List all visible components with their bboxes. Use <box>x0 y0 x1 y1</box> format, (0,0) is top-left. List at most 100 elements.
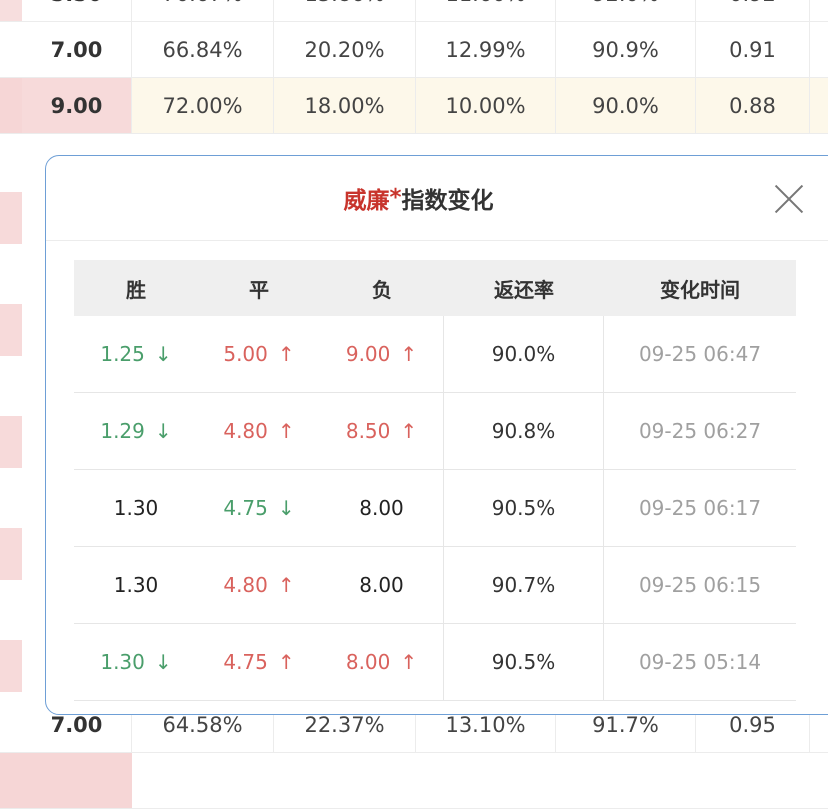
close-icon[interactable] <box>771 181 807 217</box>
table-cell <box>810 22 828 77</box>
table-cell: 72.00% <box>132 78 274 133</box>
cell-lose-value: 8.50 <box>345 419 391 443</box>
arrow-down-icon: ↓ <box>154 650 172 674</box>
cell-draw-value: 4.75 <box>223 496 268 520</box>
cell-win: 1.25 ↓ <box>74 316 198 392</box>
table-cell: 18.00% <box>274 78 416 133</box>
table-row[interactable]: 1.25 ↓ 5.00 ↑ 9.00 ↑ 90.0% 09-25 06:47 <box>74 316 796 393</box>
table-row-highlighted[interactable]: 9.00 72.00% 18.00% 10.00% 90.0% 0.88 <box>0 78 828 134</box>
row-strip <box>0 528 22 580</box>
table-row[interactable] <box>0 753 828 809</box>
table-cell <box>810 78 828 133</box>
row-strip <box>0 0 22 21</box>
table-cell: 12.99% <box>416 22 556 77</box>
row-strip <box>0 22 22 77</box>
table-row[interactable]: 1.29 ↓ 4.80 ↑ 8.50 ↑ 90.8% 09-25 06:27 <box>74 393 796 470</box>
cell-return-rate-value: 90.8% <box>491 419 556 443</box>
cell-win: 1.30 <box>74 547 198 623</box>
table-cell: 20.20% <box>274 22 416 77</box>
cell-lose: 9.00 ↑ <box>320 316 444 392</box>
odds-change-modal: 威廉 * 指数变化 胜 平 负 返还率 变化时间 1.25 ↓ 5.00 ↑ 9.00 ↑… <box>45 155 828 715</box>
cell-return-rate: 90.5% <box>444 624 604 700</box>
cell-return-rate-value: 90.0% <box>491 342 556 366</box>
table-cell: 11.60% <box>416 0 556 21</box>
cell-change-time: 09-25 06:15 <box>604 547 796 623</box>
cell-return-rate-value: 90.5% <box>491 496 556 520</box>
table-row[interactable]: 1.30 4.75 ↓ 8.00 90.5% 09-25 06:17 <box>74 470 796 547</box>
table-row[interactable]: 1.30 4.80 ↑ 8.00 90.7% 09-25 06:15 <box>74 547 796 624</box>
cell-change-time-value: 09-25 06:15 <box>638 573 762 597</box>
table-row[interactable]: 1.30 ↓ 4.75 ↑ 8.00 ↑ 90.5% 09-25 05:14 <box>74 624 796 701</box>
row-strip <box>0 753 132 808</box>
cell-lose: 8.00 <box>320 547 444 623</box>
row-strip <box>0 416 22 468</box>
arrow-up-icon: ↑ <box>400 650 418 674</box>
cell-lose-value: 8.00 <box>359 573 404 597</box>
title-rest: 指数变化 <box>401 188 494 214</box>
row-strip <box>0 304 22 356</box>
table-cell: 10.00% <box>416 78 556 133</box>
row-strip <box>0 192 22 244</box>
cell-change-time: 09-25 05:14 <box>604 624 796 700</box>
table-cell: 90.9% <box>556 22 696 77</box>
cell-draw: 4.75 ↓ <box>198 470 320 546</box>
cell-win: 1.29 ↓ <box>74 393 198 469</box>
cell-draw: 5.00 ↑ <box>198 316 320 392</box>
table-cell: 0.92 <box>696 0 810 21</box>
cell-return-rate-value: 90.7% <box>491 573 556 597</box>
table-cell: 92.0% <box>556 0 696 21</box>
table-cell <box>810 0 828 21</box>
arrow-up-icon: ↑ <box>400 342 418 366</box>
cell-lose: 8.00 <box>320 470 444 546</box>
cell-win-value: 1.30 <box>113 496 159 520</box>
table-cell: 5.50 <box>22 0 132 21</box>
title-brand: 威廉 <box>343 188 390 214</box>
header-return-rate: 返还率 <box>494 277 554 302</box>
table-header: 胜 平 负 返还率 变化时间 <box>74 260 796 316</box>
table-cell: 0.88 <box>696 78 810 133</box>
table-cell: 70.67% <box>132 0 274 21</box>
cell-win-value: 1.29 <box>100 419 145 443</box>
cell-win-value: 1.25 <box>100 342 145 366</box>
cell-return-rate-value: 90.5% <box>491 650 556 674</box>
cell-return-rate: 90.8% <box>444 393 604 469</box>
table-row[interactable]: 7.00 66.84% 20.20% 12.99% 90.9% 0.91 <box>0 22 828 78</box>
cell-change-time: 09-25 06:17 <box>604 470 796 546</box>
cell-win: 1.30 <box>74 470 198 546</box>
table-cell: 7.00 <box>22 22 132 77</box>
arrow-up-icon: ↑ <box>400 419 418 443</box>
table-cell: 90.0% <box>556 78 696 133</box>
cell-draw-value: 4.80 <box>223 573 268 597</box>
cell-draw-value: 4.80 <box>223 419 268 443</box>
cell-return-rate: 90.7% <box>444 547 604 623</box>
header-lose: 负 <box>372 277 392 302</box>
cell-draw-value: 4.75 <box>223 650 268 674</box>
header-win: 胜 <box>126 277 146 302</box>
arrow-up-icon: ↑ <box>277 573 295 597</box>
arrow-up-icon: ↑ <box>277 419 295 443</box>
cell-return-rate: 90.0% <box>444 316 604 392</box>
modal-header: 威廉 * 指数变化 <box>46 156 828 241</box>
cell-lose: 8.50 ↑ <box>320 393 444 469</box>
cell-change-time-value: 09-25 06:17 <box>638 496 762 520</box>
cell-change-time-value: 09-25 06:27 <box>638 419 762 443</box>
cell-change-time-value: 09-25 05:14 <box>638 650 762 674</box>
cell-lose-value: 8.00 <box>359 496 404 520</box>
cell-change-time: 09-25 06:47 <box>604 316 796 392</box>
cell-change-time-value: 09-25 06:47 <box>638 342 762 366</box>
header-change-time: 变化时间 <box>660 277 740 302</box>
modal-title: 威廉 * 指数变化 <box>46 156 791 240</box>
arrow-up-icon: ↑ <box>277 650 295 674</box>
table-row[interactable]: 5.50 70.67% 15.86% 11.60% 92.0% 0.92 <box>0 0 828 22</box>
row-strip <box>0 640 22 692</box>
row-strip <box>0 78 22 133</box>
table-cell: 9.00 <box>22 78 132 133</box>
arrow-up-icon: ↑ <box>277 342 295 366</box>
table-cell: 66.84% <box>132 22 274 77</box>
cell-draw-value: 5.00 <box>223 342 268 366</box>
arrow-down-icon: ↓ <box>277 496 295 520</box>
cell-win-value: 1.30 <box>113 573 159 597</box>
cell-draw: 4.80 ↑ <box>198 547 320 623</box>
cell-lose: 8.00 ↑ <box>320 624 444 700</box>
cell-return-rate: 90.5% <box>444 470 604 546</box>
